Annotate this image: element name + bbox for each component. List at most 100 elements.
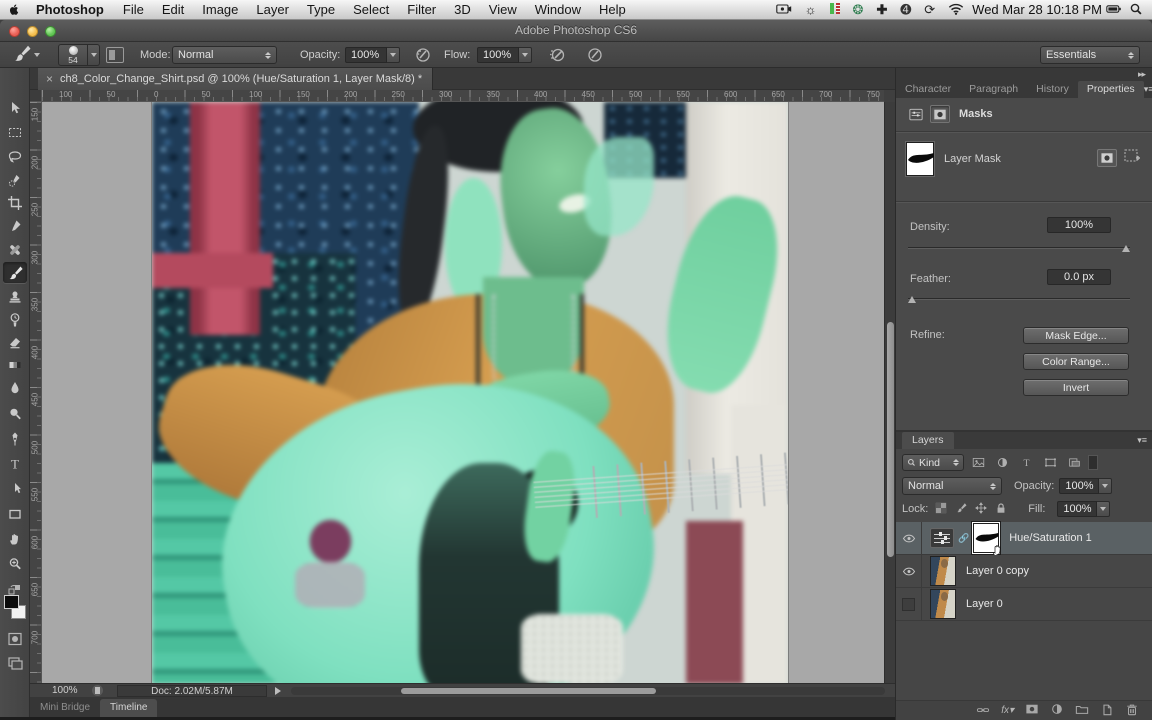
type-layer-filter-icon[interactable]: T [1017, 454, 1035, 471]
flow-caret[interactable] [519, 47, 532, 63]
pen-tool[interactable] [3, 428, 27, 449]
health-plus-icon[interactable]: ✚ [876, 0, 887, 20]
display-camera-icon[interactable] [775, 2, 792, 17]
zoom-tool[interactable] [3, 553, 27, 574]
opacity-caret[interactable] [387, 47, 400, 63]
ruler-origin-box[interactable] [30, 90, 42, 102]
toggle-brush-panel-button[interactable] [106, 42, 124, 68]
history-brush-tool[interactable] [3, 309, 27, 330]
feather-input[interactable]: 0.0 px [1047, 269, 1111, 285]
layer-style-icon[interactable]: fx▾ [1001, 705, 1014, 716]
path-selection-tool[interactable] [3, 478, 27, 499]
blend-mode-select[interactable]: Normal [172, 42, 277, 68]
density-input[interactable]: 100% [1047, 217, 1111, 233]
workspace-select[interactable]: Essentials [1040, 42, 1140, 68]
layer-opacity-caret[interactable] [1099, 478, 1113, 494]
vertical-ruler[interactable]: 150 200 250 300 350 400 450 500 550 600 650 700 [30, 102, 42, 683]
panel-tab-paragraph[interactable]: Paragraph [960, 81, 1027, 98]
layer-thumbnail[interactable] [930, 556, 956, 586]
eyedropper-tool[interactable] [3, 215, 27, 236]
horizontal-scrollbar[interactable] [291, 686, 885, 695]
vertical-scrollbar[interactable] [884, 102, 895, 683]
menu-edit[interactable]: Edit [153, 2, 193, 17]
brush-preset-caret[interactable] [88, 44, 100, 66]
mask-properties-icon[interactable] [930, 105, 950, 123]
layer-fill-input[interactable]: 100% [1057, 501, 1111, 517]
layer-opacity-input[interactable]: 100% [1059, 478, 1113, 494]
battery-icon[interactable] [1106, 2, 1122, 17]
doc-size-info[interactable]: Doc: 2.02M/5.87M [117, 684, 267, 697]
status-menu-arrow-icon[interactable] [275, 686, 281, 695]
vertical-scrollbar-thumb[interactable] [887, 322, 894, 557]
opacity-input[interactable]: 100% [345, 42, 400, 68]
layer-visibility-toggle[interactable] [896, 554, 922, 588]
layer-mask-thumbnail[interactable] [906, 142, 934, 176]
panel-tab-history[interactable]: History [1027, 81, 1078, 98]
smart-object-filter-icon[interactable] [1065, 454, 1083, 471]
new-group-icon[interactable] [1075, 703, 1089, 719]
bottom-tab-mini-bridge[interactable]: Mini Bridge [30, 699, 100, 717]
layer-thumbnail[interactable] [930, 589, 956, 619]
panel-tab-character[interactable]: Character [896, 81, 960, 98]
layer-blend-mode-select[interactable]: Normal [902, 477, 1002, 495]
layers-panel-tab[interactable]: Layers [902, 432, 954, 449]
wifi-icon[interactable] [948, 2, 964, 17]
delete-layer-icon[interactable] [1125, 703, 1139, 719]
filter-toggle-switch[interactable] [1088, 455, 1098, 470]
dodge-tool[interactable] [3, 403, 27, 424]
adjustment-properties-icon[interactable] [906, 105, 926, 123]
quick-selection-tool[interactable] [3, 169, 27, 190]
brush-tool[interactable] [3, 262, 27, 283]
crop-tool[interactable] [3, 192, 27, 213]
feather-slider[interactable] [908, 296, 1130, 303]
menu-type[interactable]: Type [298, 2, 344, 17]
lock-transparent-icon[interactable] [935, 502, 947, 517]
menu-view[interactable]: View [480, 2, 526, 17]
menu-filter[interactable]: Filter [398, 2, 445, 17]
tablet-opacity-icon[interactable] [414, 42, 432, 68]
layer-row[interactable]: Layer 0 copy [896, 554, 1152, 588]
clone-stamp-tool[interactable] [3, 286, 27, 307]
istat-bars-icon[interactable] [829, 2, 840, 17]
foreground-color-swatch[interactable] [4, 595, 19, 609]
menu-clock[interactable]: Wed Mar 28 10:18 PM [968, 2, 1106, 17]
layer-row[interactable]: 🔗 Hue/Saturation 1 [896, 521, 1152, 557]
brightness-icon[interactable]: ☼ [805, 0, 817, 20]
menu-help[interactable]: Help [590, 2, 635, 17]
screen-mode-icon[interactable] [3, 652, 27, 673]
brush-tool-preset-icon[interactable] [12, 42, 40, 68]
menu-3d[interactable]: 3D [445, 2, 480, 17]
select-pixel-mask-button[interactable] [1097, 148, 1117, 167]
menu-layer[interactable]: Layer [247, 2, 298, 17]
density-slider-thumb[interactable] [1122, 245, 1130, 252]
apple-menu[interactable] [0, 2, 26, 17]
adjustment-layer-thumbnail[interactable] [930, 528, 954, 548]
type-tool[interactable]: T [3, 453, 27, 474]
healing-brush-tool[interactable] [3, 239, 27, 260]
sync-icon[interactable]: ⟳ [924, 0, 935, 20]
flow-input[interactable]: 100% [477, 42, 532, 68]
tablet-size-icon[interactable] [586, 42, 604, 68]
collapse-panels-icon[interactable]: ▸▸ [1138, 69, 1146, 80]
airbrush-icon[interactable] [548, 42, 566, 68]
move-tool[interactable] [3, 97, 27, 118]
close-document-icon[interactable]: × [46, 72, 53, 86]
layers-panel-menu-icon[interactable]: ▾≡ [1137, 435, 1147, 446]
pixel-layer-filter-icon[interactable] [969, 454, 987, 471]
blur-tool[interactable] [3, 377, 27, 398]
canvas-image[interactable] [152, 102, 788, 683]
menu-image[interactable]: Image [193, 2, 247, 17]
window-title-bar[interactable]: Adobe Photoshop CS6 [0, 20, 1152, 42]
horizontal-ruler[interactable]: 100 50 0 50 100 150 200 250 300 350 400 450 500 550 60… [42, 90, 884, 102]
gradient-tool[interactable] [3, 354, 27, 375]
menu-photoshop[interactable]: Photoshop [26, 2, 114, 17]
density-slider[interactable] [908, 245, 1130, 252]
link-layers-icon[interactable] [976, 703, 990, 719]
layer-mask-thumbnail[interactable] [973, 523, 1001, 557]
lock-position-icon[interactable] [975, 501, 988, 517]
lock-all-icon[interactable] [995, 502, 1007, 517]
mask-link-icon[interactable]: 🔗 [958, 533, 969, 544]
shape-layer-filter-icon[interactable] [1041, 454, 1059, 471]
layer-row[interactable]: Layer 0 [896, 587, 1152, 621]
panel-tab-properties[interactable]: Properties [1077, 81, 1144, 98]
